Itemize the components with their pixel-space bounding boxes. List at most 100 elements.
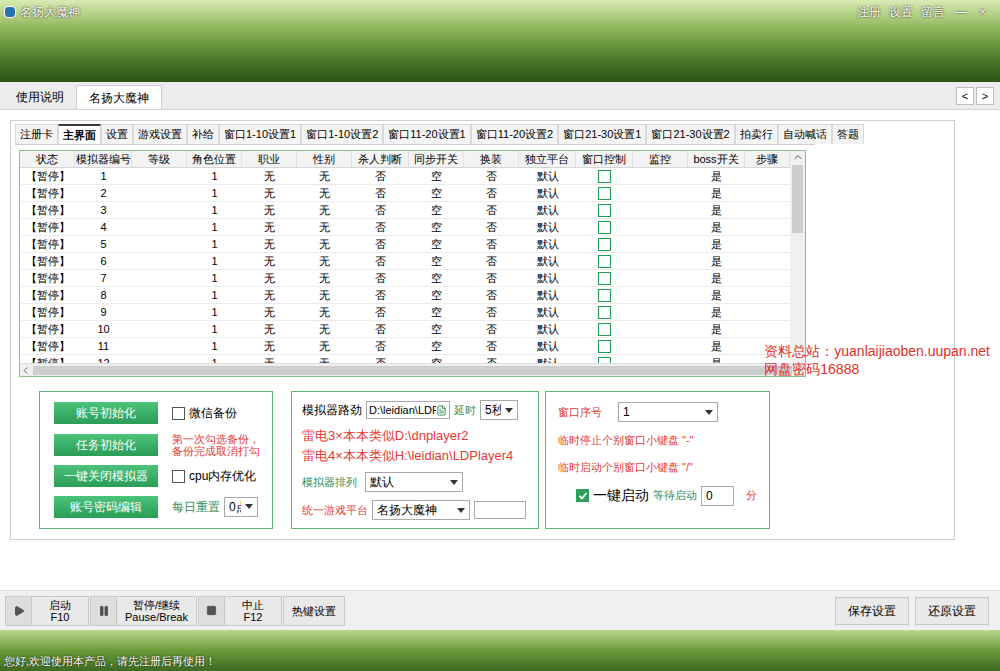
table-row[interactable]: 【暂停】121无无否空否默认是 <box>20 355 790 363</box>
header-link[interactable]: 留言 <box>921 3 945 21</box>
wechat-backup-checkbox[interactable] <box>172 407 185 420</box>
window-control-checkbox[interactable] <box>598 204 611 217</box>
table-row[interactable]: 【暂停】11无无否空否默认是 <box>20 168 790 185</box>
action-button[interactable]: 账号密码编辑 <box>54 496 158 518</box>
cpu-optimize-checkbox[interactable] <box>172 470 185 483</box>
window-index-select[interactable]: 1 <box>618 402 718 422</box>
table-row[interactable]: 【暂停】21无无否空否默认是 <box>20 185 790 202</box>
horizontal-scrollbar[interactable] <box>20 363 805 376</box>
main-content: 注册卡主界面设置游戏设置补给窗口1-10设置1窗口1-10设置2窗口11-20设… <box>0 110 1000 590</box>
daily-reset-select[interactable]: 0点 <box>224 497 258 517</box>
column-header[interactable]: boss开关 <box>688 151 745 167</box>
window-control-checkbox[interactable] <box>598 306 611 319</box>
window-control-checkbox[interactable] <box>598 221 611 234</box>
toolbar-button[interactable]: 中止F12 <box>198 596 282 626</box>
scroll-left-icon[interactable] <box>20 365 31 376</box>
toolbar-button[interactable]: 暂停/继续Pause/Break <box>90 596 197 626</box>
vertical-scrollbar[interactable] <box>790 151 805 363</box>
toolbar-button[interactable]: 启动F10 <box>5 596 89 626</box>
table-row[interactable]: 【暂停】61无无否空否默认是 <box>20 253 790 270</box>
column-header[interactable]: 角色位置 <box>187 151 242 167</box>
window-control-checkbox[interactable] <box>598 255 611 268</box>
tab-scroll-button[interactable]: > <box>976 87 994 106</box>
settings-button[interactable]: 保存设置 <box>835 597 909 625</box>
table-row[interactable]: 【暂停】81无无否空否默认是 <box>20 287 790 304</box>
path-input[interactable]: D:\leidian\LDPlaye <box>366 401 450 420</box>
scroll-up-icon[interactable] <box>792 151 804 163</box>
table-row[interactable]: 【暂停】111无无否空否默认是 <box>20 338 790 355</box>
table-cell: 空 <box>409 219 464 235</box>
table-cell: 空 <box>409 355 464 363</box>
sub-tab[interactable]: 窗口11-20设置1 <box>383 124 470 144</box>
sub-tab-bar: 注册卡主界面设置游戏设置补给窗口1-10设置1窗口1-10设置2窗口11-20设… <box>15 124 815 145</box>
column-header[interactable]: 等级 <box>132 151 187 167</box>
column-header[interactable]: 杀人判断 <box>352 151 409 167</box>
wait-input[interactable]: 0 <box>701 486 734 506</box>
table-row[interactable]: 【暂停】31无无否空否默认是 <box>20 202 790 219</box>
action-button[interactable]: 账号初始化 <box>54 402 158 424</box>
sub-tab[interactable]: 窗口1-10设置2 <box>301 124 383 144</box>
column-header[interactable]: 独立平台 <box>519 151 576 167</box>
table-cell: 否 <box>464 355 519 363</box>
platform-select[interactable]: 名扬大魔神 <box>372 500 470 520</box>
header-link[interactable]: 设置 <box>889 3 913 21</box>
table-row[interactable]: 【暂停】51无无否空否默认是 <box>20 236 790 253</box>
column-header[interactable]: 换装 <box>464 151 519 167</box>
sub-tab[interactable]: 注册卡 <box>15 124 58 144</box>
tab-scroll-button[interactable]: < <box>956 87 974 106</box>
browse-file-icon[interactable] <box>436 405 447 416</box>
table-row[interactable]: 【暂停】41无无否空否默认是 <box>20 219 790 236</box>
sub-tab[interactable]: 窗口11-20设置2 <box>471 124 558 144</box>
table-row[interactable]: 【暂停】91无无否空否默认是 <box>20 304 790 321</box>
table-row[interactable]: 【暂停】71无无否空否默认是 <box>20 270 790 287</box>
column-header[interactable]: 性别 <box>297 151 352 167</box>
window-control-checkbox[interactable] <box>598 323 611 336</box>
column-header[interactable]: 窗口控制 <box>576 151 633 167</box>
column-header[interactable]: 模拟器编号 <box>75 151 132 167</box>
sub-tab[interactable]: 补给 <box>187 124 219 144</box>
settings-button[interactable]: 还原设置 <box>915 597 989 625</box>
top-tab[interactable]: 名扬大魔神 <box>76 85 162 109</box>
column-header[interactable]: 状态 <box>20 151 75 167</box>
header-link[interactable]: 注册 <box>857 3 881 21</box>
table-cell <box>633 338 688 354</box>
one-click-start-checkbox[interactable] <box>576 489 589 502</box>
sub-tab[interactable]: 设置 <box>101 124 133 144</box>
arrange-select[interactable]: 默认 <box>365 472 463 492</box>
toolbar-button[interactable]: 热键设置 <box>283 596 345 626</box>
platform-input[interactable] <box>474 501 526 519</box>
scroll-thumb[interactable] <box>792 165 803 233</box>
delay-select[interactable]: 5秒 <box>480 400 518 420</box>
table-cell: 否 <box>352 270 409 286</box>
sub-tab[interactable]: 窗口21-30设置2 <box>646 124 734 144</box>
window-control-checkbox[interactable] <box>598 238 611 251</box>
window-control-checkbox[interactable] <box>598 340 611 353</box>
window-control-checkbox[interactable] <box>598 357 611 364</box>
table-cell: 否 <box>352 236 409 252</box>
window-title: 名扬大魔神 <box>20 3 80 21</box>
top-tab[interactable]: 使用说明 <box>4 85 76 109</box>
window-control[interactable]: — <box>953 3 969 21</box>
window-control-checkbox[interactable] <box>598 289 611 302</box>
sub-tab[interactable]: 答题 <box>832 124 864 144</box>
column-header[interactable]: 步骤 <box>745 151 790 167</box>
window-control[interactable]: × <box>977 3 988 21</box>
sub-tab[interactable]: 主界面 <box>58 124 101 144</box>
sub-tab[interactable]: 拍卖行 <box>735 124 778 144</box>
table-cell <box>633 321 688 337</box>
table-row[interactable]: 【暂停】101无无否空否默认是 <box>20 321 790 338</box>
dropdown-arrow-icon <box>457 508 465 513</box>
window-control-checkbox[interactable] <box>598 272 611 285</box>
column-header[interactable]: 同步开关 <box>409 151 464 167</box>
column-header[interactable]: 职业 <box>242 151 297 167</box>
sub-tab[interactable]: 窗口21-30设置1 <box>558 124 646 144</box>
window-control-checkbox[interactable] <box>598 187 611 200</box>
window-control-checkbox[interactable] <box>598 170 611 183</box>
sub-tab[interactable]: 自动喊话 <box>778 124 832 144</box>
sub-tab[interactable]: 窗口1-10设置1 <box>219 124 301 144</box>
action-button[interactable]: 任务初始化 <box>54 434 158 456</box>
table-cell: 否 <box>464 185 519 201</box>
sub-tab[interactable]: 游戏设置 <box>133 124 187 144</box>
action-button[interactable]: 一键关闭模拟器 <box>54 465 158 487</box>
column-header[interactable]: 监控 <box>633 151 688 167</box>
